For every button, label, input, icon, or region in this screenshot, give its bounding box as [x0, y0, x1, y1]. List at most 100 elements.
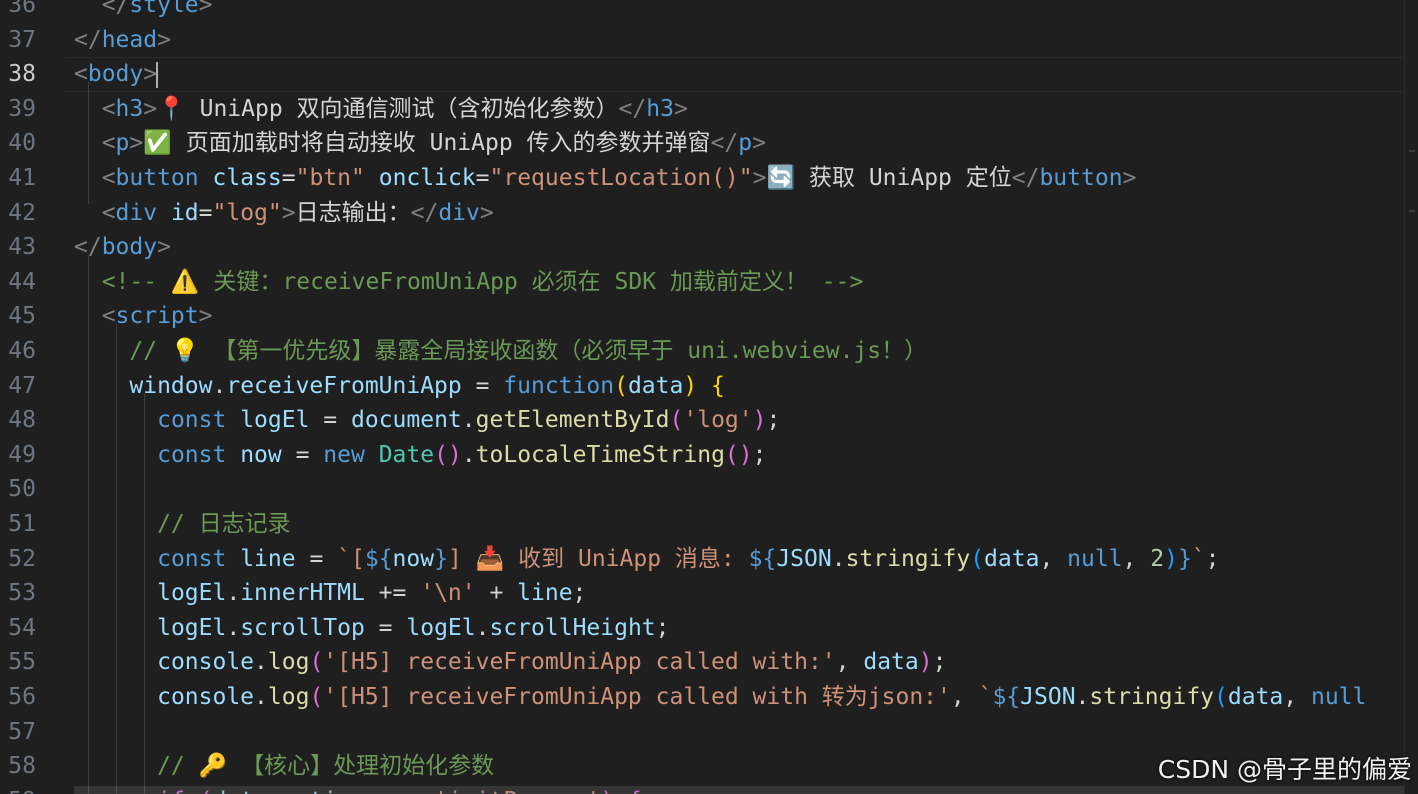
line-code: window.receiveFromUniApp = function(data…	[74, 369, 725, 404]
line-code: console.log('[H5] receiveFromUniApp call…	[74, 645, 946, 680]
code-token: "btn"	[295, 165, 365, 191]
code-token: <	[74, 130, 116, 157]
code-token: <	[74, 61, 88, 88]
line-number: 38	[8, 61, 36, 88]
horizontal-scrollbar[interactable]	[74, 786, 1404, 794]
code-line[interactable]: 40 <p>✅ 页面加载时将自动接收 UniApp 传入的参数并弹窗</p>	[0, 126, 1418, 161]
code-token: >	[673, 95, 688, 122]
line-code: // 日志记录	[74, 507, 291, 542]
line-number: 57	[8, 718, 36, 745]
code-token: <	[74, 95, 116, 122]
code-token: ,	[1283, 684, 1311, 710]
code-token: logEl	[406, 614, 476, 641]
code-token: )	[683, 372, 698, 399]
code-token: `	[978, 684, 993, 710]
code-token: data	[627, 372, 684, 399]
code-editor[interactable]: 36 </style> 37 </head> 38 <body> 39 <h3>📍 Uni…	[0, 0, 1418, 794]
code-token: <	[74, 199, 116, 226]
code-token: getElementById	[475, 407, 670, 434]
code-token: function	[503, 372, 615, 399]
code-token: >	[157, 26, 171, 53]
code-line[interactable]: 48 const logEl = document.getElementById…	[0, 403, 1418, 438]
code-token: 🔄 获取 UniApp 定位	[766, 165, 1012, 191]
code-line[interactable]: 41 <button class="btn" onclick="requestL…	[0, 161, 1418, 196]
code-token: const	[157, 407, 227, 434]
line-number: 36	[8, 0, 36, 18]
line-number: 48	[8, 407, 36, 434]
line-number: 40	[8, 130, 36, 157]
code-token: ;	[655, 614, 670, 641]
code-token: </	[1011, 165, 1040, 191]
text-cursor	[156, 61, 159, 88]
code-token: .	[226, 580, 241, 607]
code-token: "requestLocation()"	[489, 165, 753, 191]
overview-ruler[interactable]	[1404, 0, 1418, 794]
code-token: h3	[115, 95, 144, 122]
line-number: 39	[8, 95, 36, 122]
line-code: <div id="log">日志输出：</div>	[74, 196, 494, 231]
line-number: 50	[8, 476, 36, 503]
code-token: console	[157, 684, 255, 710]
code-token: ,	[1122, 545, 1151, 572]
code-token: // 🔑 【核心】处理初始化参数	[74, 753, 495, 780]
code-token: .	[1075, 684, 1090, 710]
indent-guide	[144, 394, 145, 794]
code-line[interactable]: 45 <script>	[0, 299, 1418, 334]
line-number: 45	[8, 303, 36, 330]
code-token: body	[87, 61, 144, 88]
line-number: 53	[8, 580, 36, 607]
code-token: .	[831, 545, 846, 572]
code-token: button	[115, 165, 199, 191]
code-token: script	[115, 303, 199, 330]
code-line[interactable]: 52 const line = `[${now}] 📥 收到 UniApp 消息…	[0, 542, 1418, 577]
code-token: </	[74, 26, 102, 53]
code-line[interactable]: 38 <body>	[0, 57, 1418, 92]
code-token: log	[267, 649, 310, 676]
code-line[interactable]: 49 const now = new Date().toLocaleTimeSt…	[0, 438, 1418, 473]
code-line[interactable]: 39 <h3>📍 UniApp 双向通信测试（含初始化参数）</h3>	[0, 92, 1418, 127]
code-token: null	[1067, 545, 1123, 572]
code-token: line	[240, 545, 296, 572]
line-code: <button class="btn" onclick="requestLoca…	[74, 161, 1137, 196]
code-line[interactable]: 56 console.log('[H5] receiveFromUniApp c…	[0, 680, 1418, 715]
code-token: Date	[378, 441, 435, 468]
code-token: ,	[835, 649, 864, 676]
code-token: >	[752, 165, 767, 191]
code-token: ${	[992, 684, 1021, 710]
code-token: (	[309, 684, 324, 710]
line-code: console.log('[H5] receiveFromUniApp call…	[74, 680, 1366, 715]
code-token: now	[392, 545, 435, 572]
code-line[interactable]: 55 console.log('[H5] receiveFromUniApp c…	[0, 645, 1418, 680]
code-line[interactable]: 43 </body>	[0, 230, 1418, 265]
code-token: style	[129, 0, 199, 18]
code-line[interactable]: 42 <div id="log">日志输出：</div>	[0, 196, 1418, 231]
code-token: }	[434, 545, 448, 572]
code-line[interactable]: 36 </style>	[0, 0, 1418, 23]
code-token: const	[157, 545, 227, 572]
code-line[interactable]: 44 <!-- ⚠️ 关键：receiveFromUniApp 必须在 SDK …	[0, 265, 1418, 300]
code-line[interactable]: 57	[0, 715, 1418, 750]
line-number: 51	[8, 511, 36, 537]
code-token: logEl	[157, 580, 227, 607]
code-line[interactable]: 51 // 日志记录	[0, 507, 1418, 542]
line-code: logEl.scrollTop = logEl.scrollHeight;	[74, 611, 670, 646]
code-line[interactable]: 46 // 💡 【第一优先级】暴露全局接收函数（必须早于 uni.webview…	[0, 334, 1418, 369]
code-line[interactable]: 50	[0, 472, 1418, 507]
code-line[interactable]: 54 logEl.scrollTop = logEl.scrollHeight;	[0, 611, 1418, 646]
code-token: h3	[646, 95, 674, 122]
line-number: 54	[8, 614, 36, 641]
code-token: null	[1310, 684, 1367, 710]
code-line[interactable]: 37 </head>	[0, 23, 1418, 58]
code-token: p	[115, 130, 130, 157]
code-token: ,	[950, 684, 979, 710]
code-line[interactable]: 47 window.receiveFromUniApp = function(d…	[0, 369, 1418, 404]
code-token: (	[614, 372, 628, 399]
code-token: <	[74, 303, 116, 330]
code-line[interactable]: 53 logEl.innerHTML += '\n' + line;	[0, 576, 1418, 611]
code-token: (	[970, 545, 985, 572]
code-token: )	[1164, 545, 1178, 572]
